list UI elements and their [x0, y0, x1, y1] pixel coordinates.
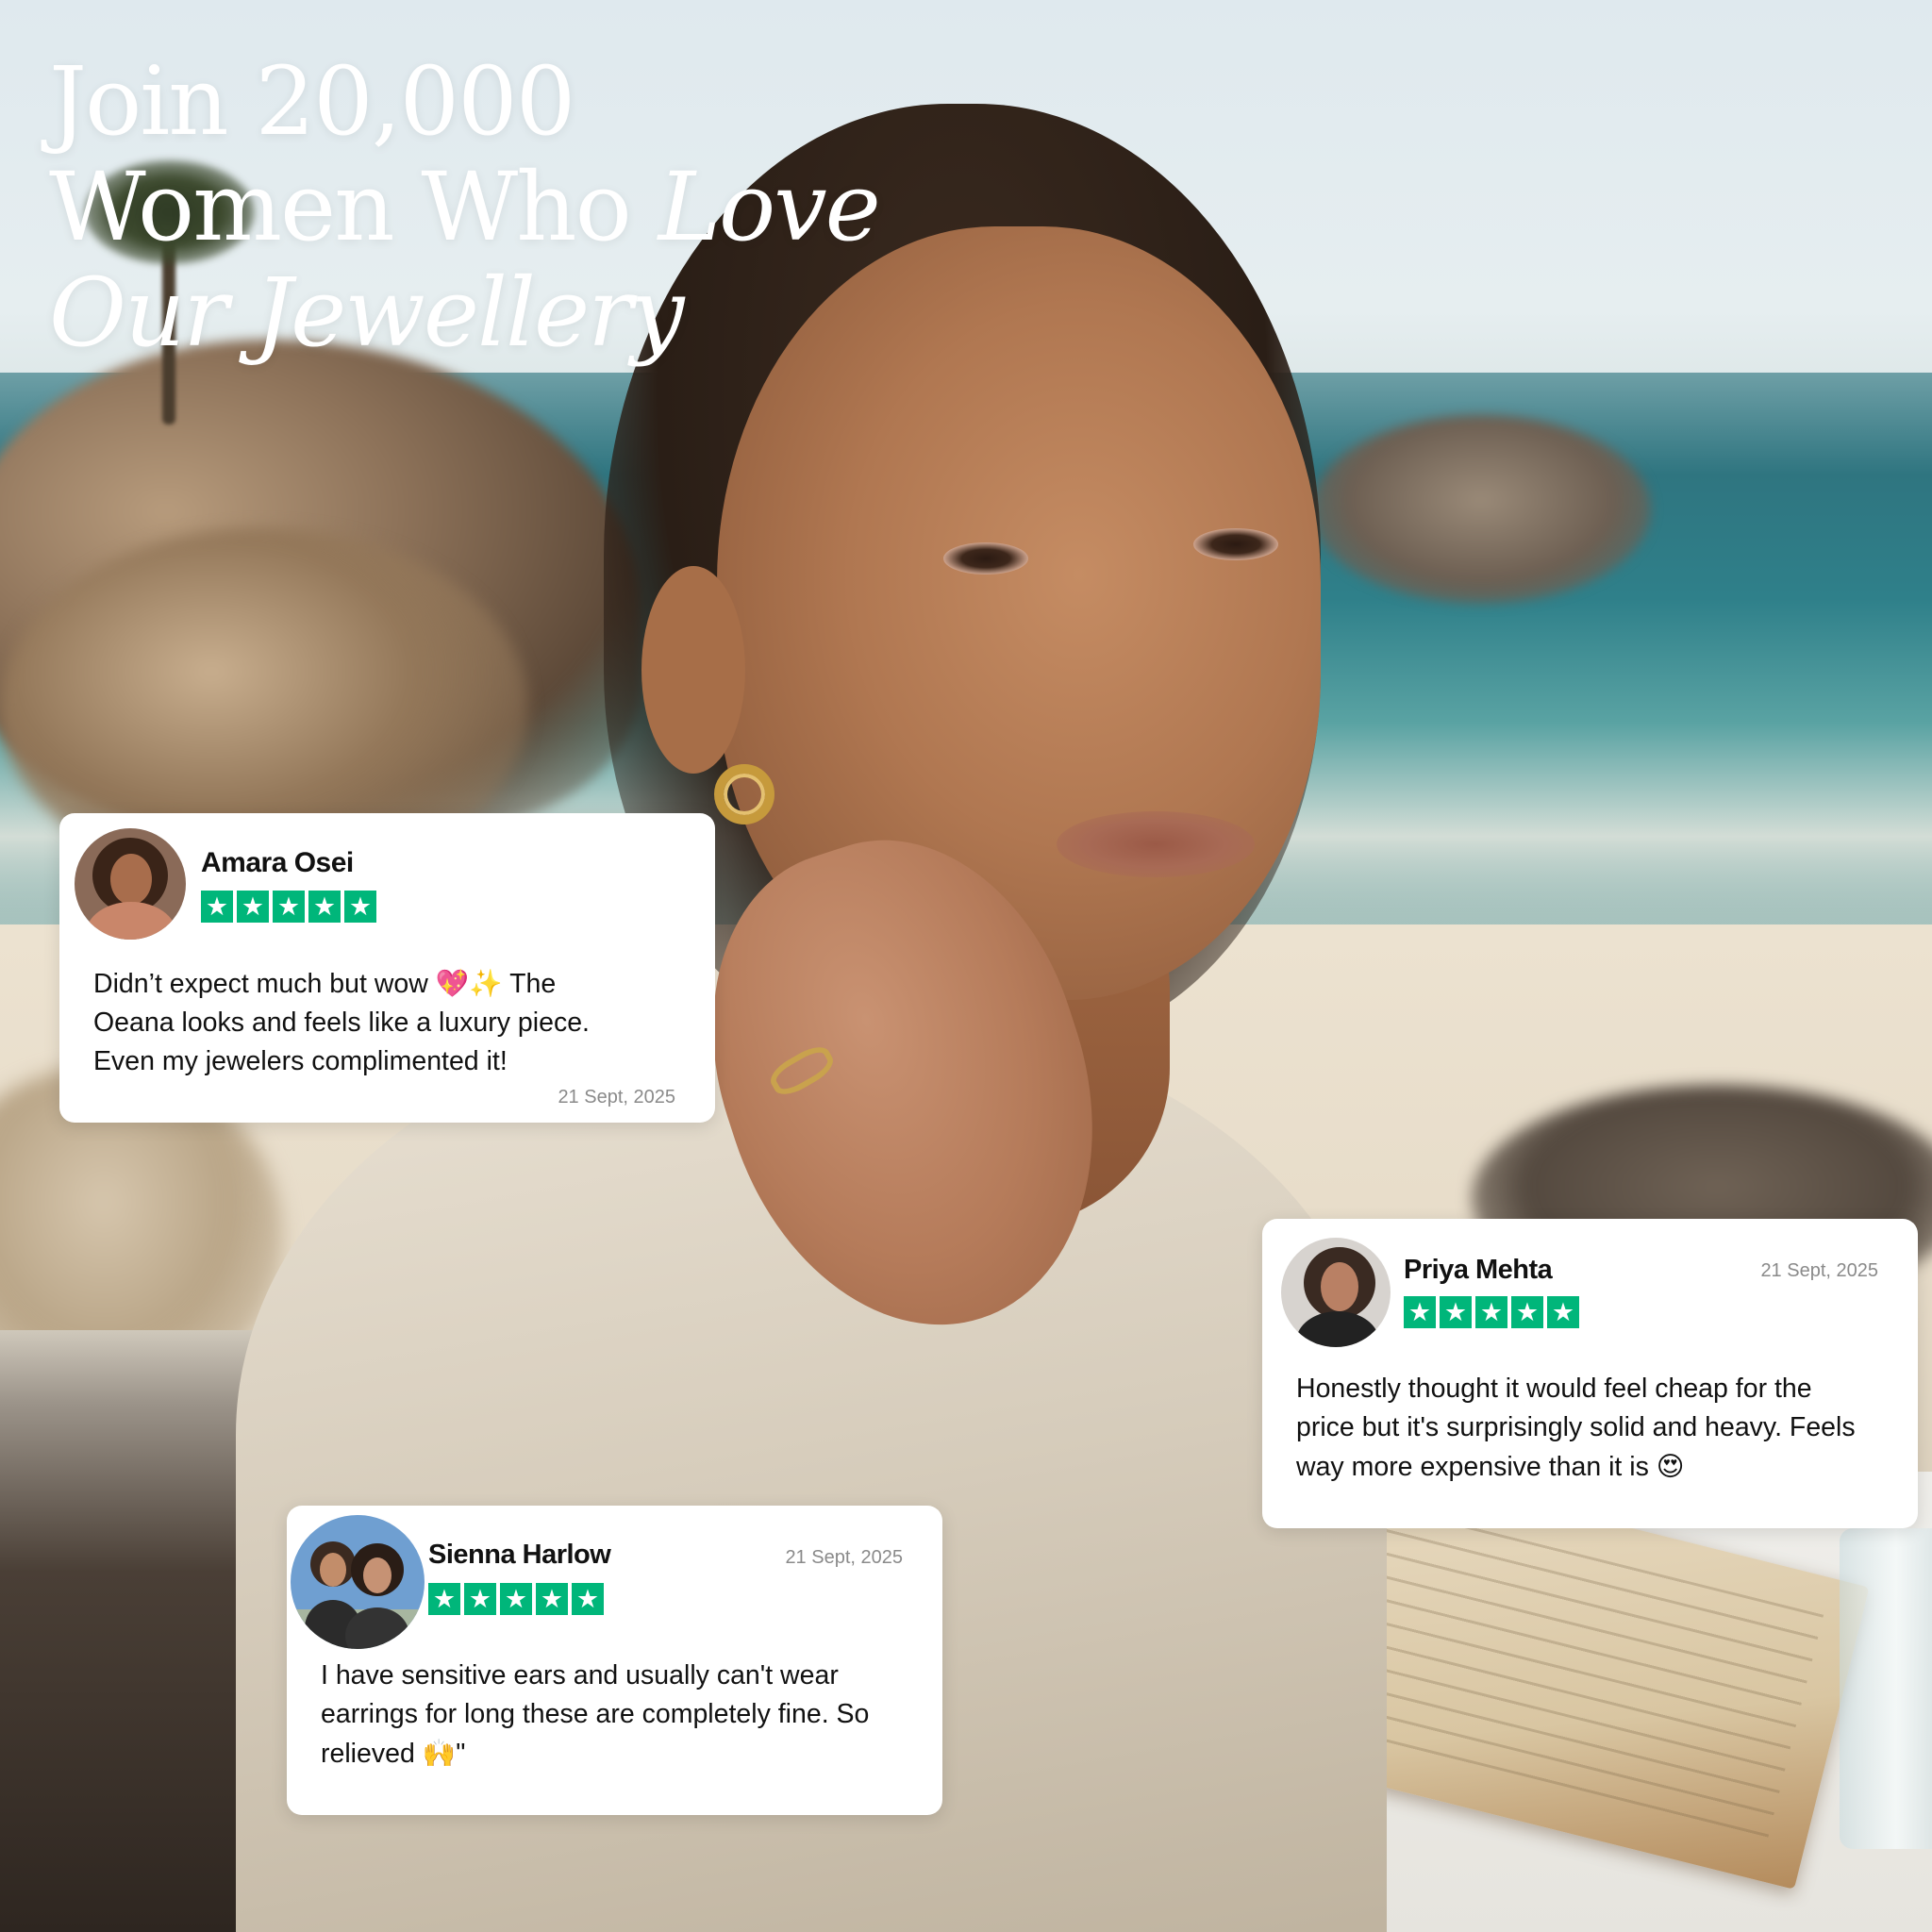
star-icon: ★ [201, 891, 233, 923]
star-rating: ★ ★ ★ ★ ★ [201, 891, 376, 923]
water-glass [1840, 1528, 1932, 1849]
review-card: Sienna Harlow 21 Sept, 2025 ★ ★ ★ ★ ★ I … [287, 1506, 942, 1815]
headline-line-2-italic: Love [658, 152, 881, 262]
star-icon: ★ [1440, 1296, 1472, 1328]
star-icon: ★ [1547, 1296, 1579, 1328]
star-icon: ★ [428, 1583, 460, 1615]
headline: Join 20,000 Women Who Love Our Jewellery [49, 46, 881, 366]
review-text-part: " [456, 1739, 466, 1769]
avatar [75, 828, 186, 940]
review-date: 21 Sept, 2025 [785, 1547, 903, 1568]
review-text-part: Honestly thought it would feel cheap for… [1296, 1374, 1856, 1482]
star-icon: ★ [273, 891, 305, 923]
review-text: Honestly thought it would feel cheap for… [1296, 1370, 1862, 1487]
star-icon: ★ [1475, 1296, 1507, 1328]
headline-line-3: Our Jewellery [49, 260, 879, 366]
review-date: 21 Sept, 2025 [558, 1087, 675, 1108]
sparkling-heart-emoji: 💖✨ [435, 968, 503, 999]
star-icon: ★ [308, 891, 341, 923]
review-card: Amara Osei ★ ★ ★ ★ ★ Didn’t expect much … [59, 813, 715, 1123]
star-icon: ★ [500, 1583, 532, 1615]
star-rating: ★ ★ ★ ★ ★ [428, 1583, 604, 1615]
review-date: 21 Sept, 2025 [1760, 1260, 1878, 1281]
review-text: I have sensitive ears and usually can't … [321, 1657, 887, 1774]
review-text: Didn’t expect much but wow 💖✨ The Oeana … [93, 964, 622, 1081]
review-text-part: I have sensitive ears and usually can't … [321, 1660, 870, 1769]
star-rating: ★ ★ ★ ★ ★ [1404, 1296, 1579, 1328]
reviewer-name: Sienna Harlow [428, 1540, 611, 1570]
star-icon: ★ [1511, 1296, 1543, 1328]
headline-line-2: Women Who Love [49, 152, 881, 262]
star-icon: ★ [237, 891, 269, 923]
heart-eyes-emoji: 😍 [1656, 1451, 1685, 1482]
headline-line-2-plain: Women Who [49, 152, 658, 262]
headline-line-3-italic: Our Jewellery [49, 258, 684, 368]
eye [1193, 528, 1278, 560]
reviewer-name: Amara Osei [201, 847, 354, 878]
star-icon: ★ [1404, 1296, 1436, 1328]
headline-line-1: Join 20,000 [49, 46, 575, 157]
raising-hands-emoji: 🙌 [422, 1738, 457, 1769]
ear [641, 566, 745, 774]
star-icon: ★ [536, 1583, 568, 1615]
eye [943, 542, 1028, 575]
rocks [1311, 415, 1651, 604]
star-icon: ★ [344, 891, 376, 923]
review-card: Priya Mehta 21 Sept, 2025 ★ ★ ★ ★ ★ Hone… [1262, 1219, 1918, 1528]
star-icon: ★ [464, 1583, 496, 1615]
review-text-part: Didn’t expect much but wow [93, 969, 436, 999]
avatar [1281, 1238, 1391, 1347]
avatar [291, 1515, 425, 1649]
lips [1057, 811, 1255, 877]
reviewer-name: Priya Mehta [1404, 1255, 1553, 1285]
star-icon: ★ [572, 1583, 604, 1615]
gold-earring [714, 764, 774, 824]
